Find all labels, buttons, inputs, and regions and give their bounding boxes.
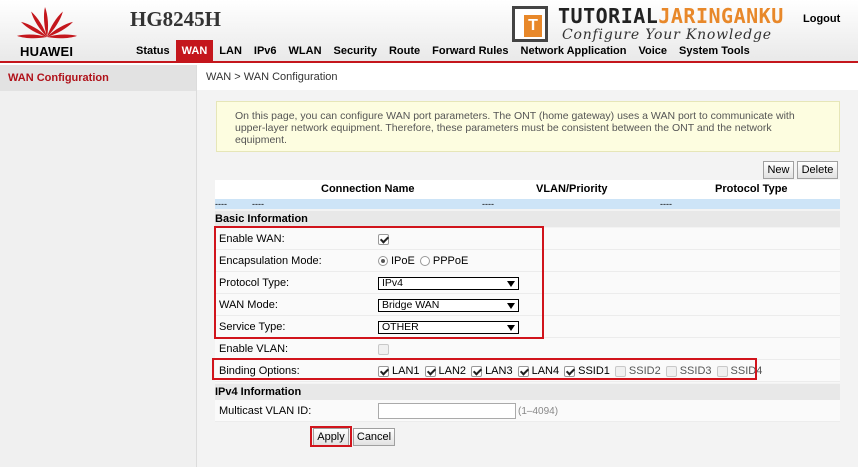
- ssid3-checkbox[interactable]: [665, 365, 677, 377]
- cancel-button[interactable]: Cancel: [353, 428, 395, 446]
- top-header: HUAWEI HG8245H T TUTORIALJARINGANKU Conf…: [0, 0, 858, 63]
- nav-voice[interactable]: Voice: [632, 40, 673, 63]
- chevron-down-icon: [507, 324, 515, 331]
- ipv4-information-heading: IPv4 Information: [215, 384, 840, 400]
- enable-wan-checkbox[interactable]: [378, 233, 389, 245]
- ssid1-checkbox[interactable]: [564, 365, 576, 377]
- lan1-checkbox[interactable]: [378, 365, 389, 377]
- col-connection-name: Connection Name: [321, 183, 415, 195]
- row-enable-vlan: Enable VLAN:: [215, 338, 840, 360]
- row-encapsulation-mode: Encapsulation Mode: IPoE PPPoE: [215, 250, 840, 272]
- nav-route[interactable]: Route: [383, 40, 426, 63]
- col-protocol-type: Protocol Type: [715, 183, 788, 195]
- main-nav: Status WAN LAN IPv6 WLAN Security Route …: [130, 40, 756, 63]
- basic-form: Enable WAN: Encapsulation Mode: IPoE PPP…: [215, 228, 840, 383]
- apply-button[interactable]: Apply: [313, 428, 349, 446]
- lan3-checkbox[interactable]: [471, 365, 483, 377]
- ssid2-checkbox[interactable]: [614, 365, 626, 377]
- chevron-down-icon: [507, 280, 515, 287]
- lan2-checkbox[interactable]: [424, 365, 436, 377]
- enable-vlan-checkbox[interactable]: [378, 343, 389, 355]
- nav-security[interactable]: Security: [328, 40, 383, 63]
- pppoe-radio[interactable]: [419, 256, 430, 266]
- wan-table-header: Connection Name VLAN/Priority Protocol T…: [215, 180, 840, 199]
- sidebar-item-wan-configuration[interactable]: WAN Configuration: [0, 65, 196, 91]
- ipoe-radio[interactable]: [378, 256, 388, 266]
- device-model: HG8245H: [130, 7, 222, 31]
- brand-name: HUAWEI: [20, 44, 74, 59]
- multicast-vlan-hint: (1–4094): [518, 405, 559, 417]
- table-row[interactable]: ---- ---- ---- ----: [215, 199, 840, 209]
- sidebar: WAN Configuration: [0, 65, 197, 467]
- logout-link[interactable]: Logout: [803, 13, 840, 25]
- nav-wlan[interactable]: WLAN: [283, 40, 328, 63]
- watermark-title: TUTORIALJARINGANKU: [558, 4, 784, 28]
- new-button[interactable]: New: [763, 161, 794, 179]
- lan4-checkbox[interactable]: [517, 365, 529, 377]
- wan-mode-select[interactable]: Bridge WAN: [378, 298, 519, 312]
- row-enable-wan: Enable WAN:: [215, 228, 840, 250]
- delete-button[interactable]: Delete: [797, 161, 838, 179]
- breadcrumb: WAN > WAN Configuration: [206, 71, 338, 83]
- nav-forward-rules[interactable]: Forward Rules: [426, 40, 514, 63]
- row-protocol-type: Protocol Type: IPv4: [215, 272, 840, 294]
- service-type-select[interactable]: OTHER: [378, 320, 519, 334]
- nav-status[interactable]: Status: [130, 40, 176, 63]
- nav-ipv6[interactable]: IPv6: [248, 40, 283, 63]
- protocol-type-select[interactable]: IPv4: [378, 276, 519, 290]
- row-wan-mode: WAN Mode: Bridge WAN: [215, 294, 840, 316]
- info-notice: On this page, you can configure WAN port…: [216, 101, 840, 152]
- row-binding-options: Binding Options: LAN1 LAN2 LAN3 LAN4 SSI…: [215, 360, 840, 382]
- watermark-logo: T TUTORIALJARINGANKU Configure Your Know…: [512, 4, 783, 44]
- ipv4-form: Multicast VLAN ID: (1–4094): [215, 400, 840, 422]
- row-service-type: Service Type: OTHER: [215, 316, 840, 338]
- basic-information-heading: Basic Information: [215, 211, 840, 227]
- nav-system-tools[interactable]: System Tools: [673, 40, 756, 63]
- nav-network-application[interactable]: Network Application: [515, 40, 633, 63]
- col-vlan-priority: VLAN/Priority: [536, 183, 608, 195]
- ssid4-checkbox[interactable]: [716, 365, 728, 377]
- watermark-t-icon: T: [512, 6, 548, 42]
- chevron-down-icon: [507, 302, 515, 309]
- nav-lan[interactable]: LAN: [213, 40, 248, 63]
- nav-wan[interactable]: WAN: [175, 40, 214, 63]
- multicast-vlan-input[interactable]: [378, 403, 516, 419]
- row-multicast-vlan: Multicast VLAN ID: (1–4094): [215, 400, 840, 422]
